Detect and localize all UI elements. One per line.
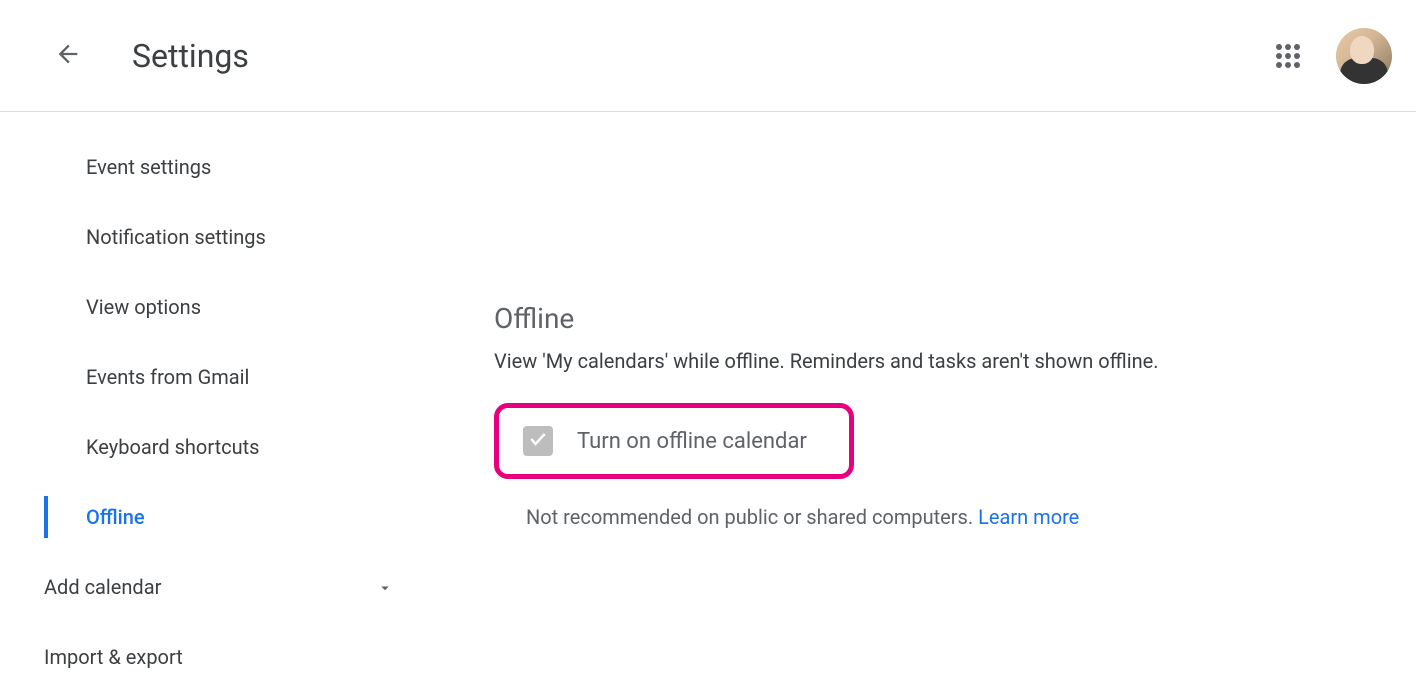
body: Event settings Notification settings Vie… bbox=[0, 112, 1416, 700]
main-content: Offline View 'My calendars' while offlin… bbox=[430, 112, 1416, 700]
offline-checkbox[interactable] bbox=[523, 426, 553, 456]
sidebar-item-label: Events from Gmail bbox=[86, 365, 249, 389]
sidebar-item-label: Keyboard shortcuts bbox=[86, 435, 260, 459]
account-avatar[interactable] bbox=[1336, 28, 1392, 84]
annotation-highlight: Turn on offline calendar bbox=[494, 403, 854, 479]
arrow-left-icon bbox=[54, 40, 82, 72]
sidebar-item-offline[interactable]: Offline bbox=[0, 482, 430, 552]
sidebar-section-add-calendar[interactable]: Add calendar bbox=[0, 552, 430, 622]
chevron-down-icon bbox=[376, 578, 394, 596]
sidebar-item-label: View options bbox=[86, 295, 201, 319]
offline-checkbox-label: Turn on offline calendar bbox=[577, 429, 807, 454]
sidebar-item-events-from-gmail[interactable]: Events from Gmail bbox=[0, 342, 430, 412]
apps-launcher-button[interactable] bbox=[1264, 32, 1312, 80]
sidebar-item-view-options[interactable]: View options bbox=[0, 272, 430, 342]
sidebar-section-import-export[interactable]: Import & export bbox=[0, 622, 430, 692]
header: Settings bbox=[0, 0, 1416, 112]
sidebar: Event settings Notification settings Vie… bbox=[0, 112, 430, 700]
sidebar-item-event-settings[interactable]: Event settings bbox=[0, 132, 430, 202]
sidebar-item-label: Offline bbox=[86, 505, 145, 529]
back-button[interactable] bbox=[44, 32, 92, 80]
sidebar-section-label: Add calendar bbox=[44, 575, 161, 599]
checkmark-icon bbox=[528, 429, 548, 453]
apps-grid-icon bbox=[1276, 44, 1300, 68]
sidebar-item-notification-settings[interactable]: Notification settings bbox=[0, 202, 430, 272]
sidebar-item-keyboard-shortcuts[interactable]: Keyboard shortcuts bbox=[0, 412, 430, 482]
note-text: Not recommended on public or shared comp… bbox=[526, 505, 978, 529]
section-title: Offline bbox=[494, 302, 1386, 335]
learn-more-link[interactable]: Learn more bbox=[978, 505, 1079, 529]
sidebar-section-label: Import & export bbox=[44, 645, 183, 669]
sidebar-item-label: Notification settings bbox=[86, 225, 266, 249]
page-title: Settings bbox=[132, 37, 249, 75]
section-description: View 'My calendars' while offline. Remin… bbox=[494, 349, 1386, 373]
header-right bbox=[1264, 28, 1392, 84]
offline-note: Not recommended on public or shared comp… bbox=[526, 505, 1386, 529]
sidebar-item-label: Event settings bbox=[86, 155, 211, 179]
